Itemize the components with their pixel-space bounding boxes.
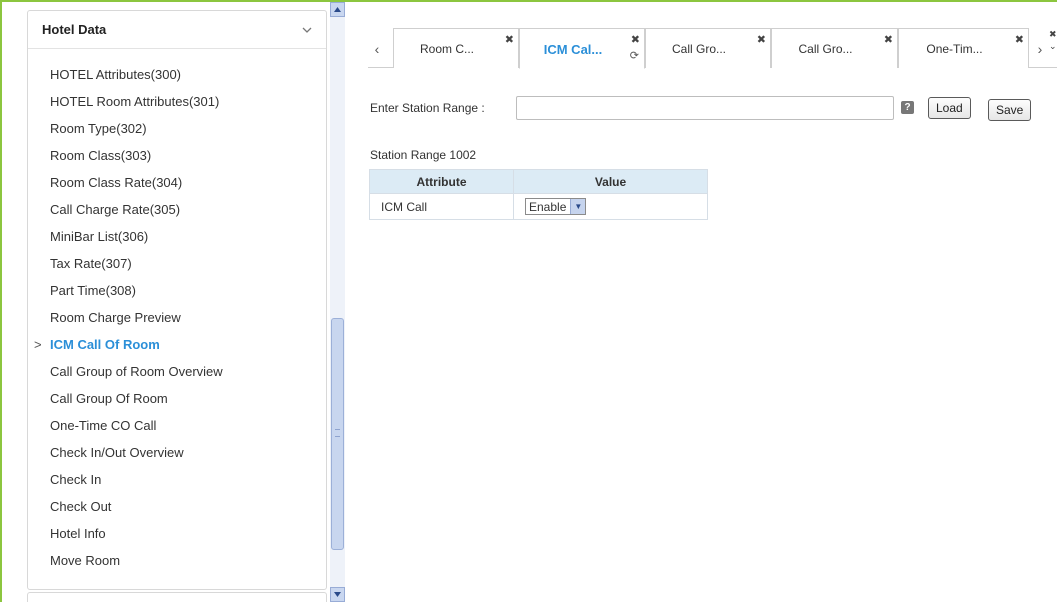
tab-label: Room C... [419, 42, 474, 56]
sidebar-next-panel [27, 592, 327, 602]
sidebar-item-call-group-of-room-overview[interactable]: Call Group of Room Overview [28, 358, 326, 385]
tab-label: Call Gro... [798, 42, 853, 56]
section-title: Station Range 1002 [370, 148, 477, 162]
column-header-value: Value [513, 169, 708, 194]
sidebar-item-room-class-rate[interactable]: Room Class Rate(304) [28, 169, 326, 196]
chevron-right-icon[interactable]: › [1032, 38, 1048, 60]
close-icon[interactable]: ✖ [757, 33, 766, 46]
tab-call-group[interactable]: Call Gro... ✖ [771, 28, 898, 68]
tab-one-time-co-call[interactable]: One-Tim... ✖ [898, 28, 1029, 68]
tab-menu-icon[interactable]: ✖ ⌄ [1049, 28, 1057, 68]
select-value: Enable [529, 199, 567, 214]
tab-icm-call[interactable]: ICM Cal... ✖ ⟳ [519, 28, 645, 69]
station-range-label: Enter Station Range : [370, 101, 485, 115]
scroll-up-button[interactable] [330, 2, 345, 17]
sidebar-item-check-in-out-overview[interactable]: Check In/Out Overview [28, 439, 326, 466]
sidebar-item-minibar-list[interactable]: MiniBar List(306) [28, 223, 326, 250]
close-icon[interactable]: ✖ [884, 33, 893, 46]
close-icon[interactable]: ✖ [631, 33, 640, 46]
chevron-down-icon[interactable] [300, 23, 314, 37]
table-row: ICM Call Enable ▼ [369, 193, 708, 220]
sidebar-item-one-time-co-call[interactable]: One-Time CO Call [28, 412, 326, 439]
scroll-down-button[interactable] [330, 587, 345, 602]
sidebar-item-room-type[interactable]: Room Type(302) [28, 115, 326, 142]
table-header-row: Attribute Value [369, 169, 708, 194]
sidebar-title: Hotel Data [42, 22, 107, 37]
grip-icon [335, 429, 340, 437]
tab-bar: ‹ Room C... ✖ ICM Cal... ✖ ⟳ Call Gro...… [368, 28, 1057, 69]
chevron-left-icon[interactable]: ‹ [368, 38, 386, 60]
tab-label: Call Gro... [671, 42, 726, 56]
station-range-input[interactable] [516, 96, 894, 120]
chevron-right-icon: > [34, 337, 42, 352]
sidebar-item-room-charge-preview[interactable]: Room Charge Preview [28, 304, 326, 331]
sidebar: Hotel Data HOTEL Attributes(300) HOTEL R… [27, 10, 327, 590]
tab-call-group-overview[interactable]: Call Gro... ✖ [645, 28, 771, 68]
sidebar-scrollbar[interactable] [330, 2, 345, 602]
sidebar-item-call-charge-rate[interactable]: Call Charge Rate(305) [28, 196, 326, 223]
sidebar-item-part-time[interactable]: Part Time(308) [28, 277, 326, 304]
save-button[interactable]: Save [988, 99, 1032, 121]
column-header-attribute: Attribute [369, 169, 514, 194]
close-icon[interactable]: ✖ [1015, 33, 1024, 46]
attribute-table: Attribute Value ICM Call Enable ▼ [369, 169, 708, 220]
attribute-cell: ICM Call [369, 193, 514, 220]
sidebar-item-check-out[interactable]: Check Out [28, 493, 326, 520]
scrollbar-thumb[interactable] [331, 318, 344, 550]
sidebar-item-room-class[interactable]: Room Class(303) [28, 142, 326, 169]
sidebar-item-call-group-of-room[interactable]: Call Group Of Room [28, 385, 326, 412]
sidebar-list: HOTEL Attributes(300) HOTEL Room Attribu… [28, 49, 326, 574]
close-icon[interactable]: ✖ [505, 33, 514, 46]
tab-label: One-Tim... [926, 42, 983, 56]
tab-room-charge[interactable]: Room C... ✖ [393, 28, 519, 68]
sidebar-item-move-room[interactable]: Move Room [28, 547, 326, 574]
sidebar-item-hotel-attributes[interactable]: HOTEL Attributes(300) [28, 61, 326, 88]
refresh-icon[interactable]: ⟳ [630, 49, 639, 62]
sidebar-item-check-in[interactable]: Check In [28, 466, 326, 493]
sidebar-item-label: ICM Call Of Room [50, 337, 160, 352]
sidebar-item-hotel-room-attributes[interactable]: HOTEL Room Attributes(301) [28, 88, 326, 115]
sidebar-item-icm-call-of-room[interactable]: > ICM Call Of Room [28, 331, 326, 358]
chevron-down-icon[interactable]: ▼ [570, 199, 586, 214]
sidebar-item-hotel-info[interactable]: Hotel Info [28, 520, 326, 547]
load-button[interactable]: Load [928, 97, 971, 119]
sidebar-header[interactable]: Hotel Data [28, 11, 326, 49]
sidebar-item-tax-rate[interactable]: Tax Rate(307) [28, 250, 326, 277]
tab-label: ICM Cal... [543, 42, 603, 57]
icm-call-select[interactable]: Enable ▼ [525, 198, 587, 215]
value-cell: Enable ▼ [513, 193, 708, 220]
help-icon[interactable]: ? [901, 101, 914, 114]
